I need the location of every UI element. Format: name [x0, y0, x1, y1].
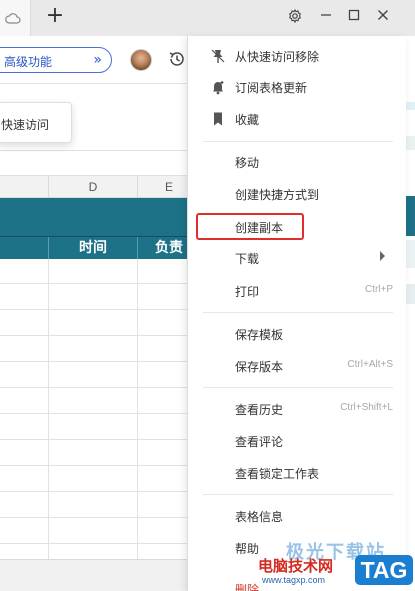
advanced-features-button[interactable]: 高级功能 » — [0, 47, 112, 73]
menu-divider — [203, 141, 393, 142]
maximize-icon[interactable] — [340, 4, 368, 28]
minimize-icon[interactable] — [312, 4, 340, 28]
menu-item-remove-quick-access[interactable]: 从快速访问移除 — [188, 42, 407, 70]
menu-item-label: 查看评论 — [235, 435, 284, 449]
bookmark-icon — [210, 111, 226, 127]
shortcut-label: Ctrl+P — [364, 284, 393, 295]
advanced-features-label: 高级功能 — [4, 55, 53, 69]
menu-item-create-shortcut[interactable]: 创建快捷方式到 — [188, 180, 407, 208]
bell-icon — [210, 79, 226, 95]
menu-item-label: 查看锁定工作表 — [235, 467, 320, 481]
avatar[interactable] — [130, 49, 152, 71]
menu-item-label: 打印 — [235, 285, 260, 299]
menu-item-label: 收藏 — [235, 113, 260, 127]
menu-item-print[interactable]: 打印 Ctrl+P — [188, 277, 407, 305]
menu-item-label: 下载 — [235, 252, 260, 266]
header-cell-time[interactable]: 时间 — [48, 237, 137, 260]
menu-item-sheet-info[interactable]: 表格信息 — [188, 502, 407, 530]
sheet-tabs-bar — [0, 559, 200, 591]
shortcut-label: Ctrl+Shift+L — [340, 402, 393, 413]
new-tab-button[interactable]: + — [43, 5, 67, 29]
header-cell-blank[interactable] — [0, 237, 48, 260]
menu-item-move[interactable]: 移动 — [188, 148, 407, 176]
cloud-icon — [5, 13, 21, 24]
menu-item-label: 查看历史 — [235, 403, 284, 417]
quick-access-popup[interactable]: 快速访问 — [0, 102, 72, 143]
watermark-site-name: 电脑技术网 — [258, 557, 334, 575]
menu-item-label: 保存模板 — [235, 328, 284, 342]
spreadsheet-area: D E 时间 负责 — [0, 84, 200, 591]
menu-divider — [203, 312, 393, 313]
menu-divider — [203, 494, 393, 495]
watermark-badge: TAG — [355, 555, 413, 585]
menu-item-subscribe-updates[interactable]: 订阅表格更新 — [188, 73, 407, 101]
column-header-c[interactable] — [0, 176, 48, 198]
title-row-band[interactable] — [0, 198, 200, 236]
column-header-d[interactable]: D — [48, 176, 137, 198]
highlight-annotation-box — [196, 213, 304, 240]
quick-access-label: 快速访问 — [1, 118, 50, 132]
unpin-icon — [210, 48, 226, 64]
menu-item-save-template[interactable]: 保存模板 — [188, 320, 407, 348]
browser-tab[interactable] — [0, 0, 31, 36]
menu-item-favorite[interactable]: 收藏 — [188, 105, 407, 133]
watermark: 极光下载站 电脑技术网 www.tagxp.com TAG — [256, 538, 415, 591]
title-bar: + — [0, 0, 415, 36]
menu-item-download[interactable]: 下载 — [188, 244, 407, 272]
double-chevron-icon: » — [93, 52, 102, 68]
table-header-row: 时间 负责 — [0, 236, 200, 260]
history-icon[interactable] — [167, 49, 189, 71]
cell-grid[interactable] — [0, 259, 200, 559]
watermark-url: www.tagxp.com — [262, 575, 326, 585]
menu-item-label: 创建快捷方式到 — [235, 188, 320, 202]
menu-item-view-history[interactable]: 查看历史 Ctrl+Shift+L — [188, 395, 407, 423]
menu-item-label: 订阅表格更新 — [235, 81, 308, 95]
menu-item-label: 从快速访问移除 — [235, 50, 320, 64]
close-icon[interactable] — [369, 4, 397, 28]
menu-item-label: 表格信息 — [235, 510, 284, 524]
menu-item-save-version[interactable]: 保存版本 Ctrl+Alt+S — [188, 352, 407, 380]
menu-item-label: 保存版本 — [235, 360, 284, 374]
menu-divider — [203, 387, 393, 388]
formula-bar[interactable] — [0, 150, 200, 176]
file-context-menu: 从快速访问移除 订阅表格更新 收藏 移动 创建快捷方式到 创建副本 下载 打印 … — [187, 36, 406, 591]
menu-item-label: 移动 — [235, 156, 260, 170]
gear-icon[interactable] — [281, 4, 309, 28]
shortcut-label: Ctrl+Alt+S — [347, 359, 393, 370]
menu-item-view-comments[interactable]: 查看评论 — [188, 427, 407, 455]
submenu-arrow-icon — [380, 251, 385, 261]
menu-item-view-locked-sheets[interactable]: 查看锁定工作表 — [188, 459, 407, 487]
column-header-row: D E — [0, 176, 200, 198]
